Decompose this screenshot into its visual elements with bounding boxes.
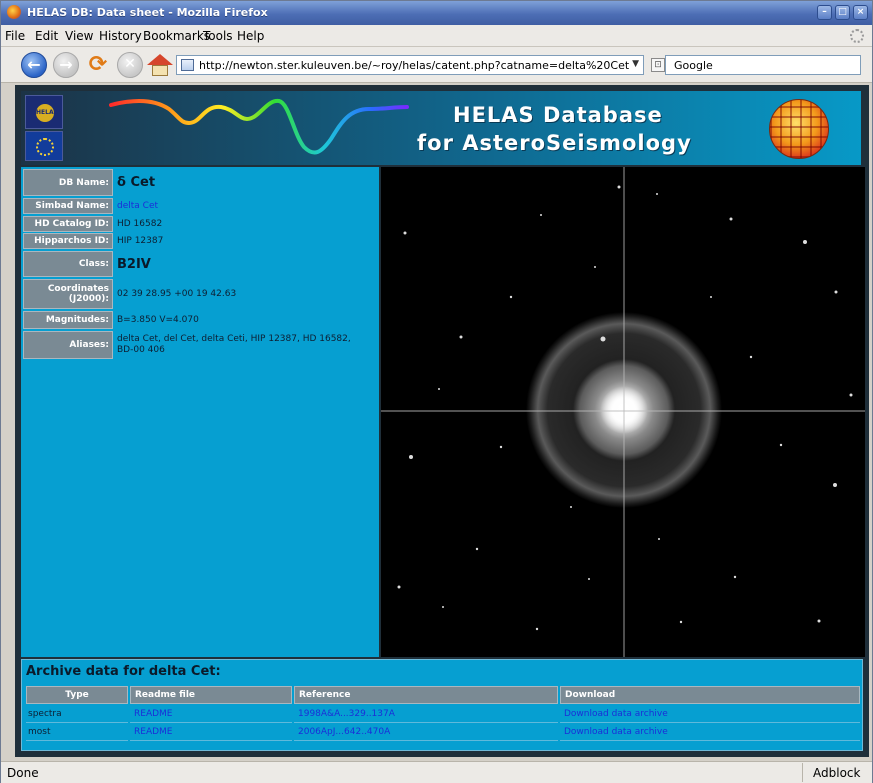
maximize-button[interactable]: □ [835,5,850,20]
eu-flag-logo [25,131,63,161]
menu-tools[interactable]: Tools [203,29,233,43]
page-icon [181,59,194,71]
menu-help[interactable]: Help [237,29,264,43]
forward-button[interactable]: → [53,52,79,78]
home-icon [147,54,173,65]
magnitudes-label: Magnitudes: [23,311,113,329]
readme-link[interactable]: README [130,706,292,723]
firefox-icon [7,5,21,19]
throbber-icon [850,29,864,43]
title-bar: HELAS DB: Data sheet - Mozilla Firefox –… [1,1,872,25]
class-value: B2IV [117,256,151,272]
reference-link[interactable]: 1998A&A...329..137A [294,706,558,723]
archive-heading: Archive data for delta Cet: [26,664,221,679]
window-title: HELAS DB: Data sheet - Mozilla Firefox [27,6,268,19]
page-content: HELAS HELAS Database for AsteroSeismolog… [15,85,869,757]
menu-history[interactable]: History [99,29,142,43]
reload-button[interactable]: ⟳ [85,52,111,78]
star-field-graphic [381,167,865,657]
helas-logo[interactable]: HELAS [25,95,63,129]
aliases-value: delta Cet, del Cet, delta Ceti, HIP 1238… [117,334,351,355]
menu-file[interactable]: File [5,29,25,43]
search-field[interactable]: Google [665,55,861,75]
adblock-button[interactable]: Adblock [802,763,872,782]
hd-value: HD 16582 [117,219,163,229]
column-header-type: Type [26,686,128,704]
menu-bookmarks[interactable]: Bookmarks [143,29,210,43]
bookmark-page-icon[interactable]: ⊡ [651,58,665,72]
star-image [381,167,865,657]
banner-title-line1: HELAS Database [453,103,663,127]
download-link[interactable]: Download data archive [560,706,860,723]
back-button[interactable]: ← [21,52,47,78]
db-name-value: δ Cet [117,175,156,190]
navigation-toolbar: ← → ⟳ ✕ http://newton.ster.kuleuven.be/~… [1,47,872,83]
menu-view[interactable]: View [65,29,93,43]
column-header-download: Download [560,686,860,704]
star-globe-logo [769,99,829,159]
search-engine-label: Google [674,59,713,72]
menu-bar: File Edit View History Bookmarks Tools H… [1,25,872,47]
status-bar: Done Adblock [1,761,872,783]
magnitudes-value: B=3.850 V=4.070 [117,315,199,325]
row-db-name: DB Name: δ Cet [23,169,377,196]
row-aliases: Aliases: delta Cet, del Cet, delta Ceti,… [23,331,377,359]
aliases-label: Aliases: [23,331,113,359]
hip-value: HIP 12387 [117,236,164,246]
row-simbad: Simbad Name: delta Cet [23,198,377,214]
hd-label: HD Catalog ID: [23,216,113,232]
hip-label: Hipparchos ID: [23,233,113,249]
menu-edit[interactable]: Edit [35,29,58,43]
class-label: Class: [23,251,113,277]
status-text: Done [7,766,39,780]
simbad-label: Simbad Name: [23,198,113,214]
row-magnitudes: Magnitudes: B=3.850 V=4.070 [23,311,377,329]
browser-window: HELAS DB: Data sheet - Mozilla Firefox –… [0,0,873,783]
row-hd: HD Catalog ID: HD 16582 [23,216,377,232]
banner-title-line2: for AsteroSeismology [417,131,692,155]
cell-type: spectra [26,706,128,723]
url-text: http://newton.ster.kuleuven.be/~roy/hela… [199,59,630,72]
row-coordinates: Coordinates (J2000): 02 39 28.95 +00 19 … [23,279,377,309]
row-hip: Hipparchos ID: HIP 12387 [23,233,377,249]
simbad-link[interactable]: delta Cet [117,198,158,214]
reference-link[interactable]: 2006ApJ...642..470A [294,724,558,741]
close-button[interactable]: × [853,5,868,20]
coordinates-label: Coordinates (J2000): [23,279,113,309]
coordinates-value: 02 39 28.95 +00 19 42.63 [117,289,237,299]
row-class: Class: B2IV [23,251,377,277]
url-bar[interactable]: http://newton.ster.kuleuven.be/~roy/hela… [176,55,644,75]
download-link[interactable]: Download data archive [560,724,860,741]
url-dropdown-icon[interactable]: ▼ [632,59,639,69]
site-banner: HELAS HELAS Database for AsteroSeismolog… [21,91,861,165]
cell-type: most [26,724,128,741]
eu-stars-icon [36,138,54,156]
helas-logo-text: HELAS [36,104,58,122]
column-header-readme: Readme file [130,686,292,704]
stop-button[interactable]: ✕ [117,52,143,78]
home-button[interactable] [147,52,173,78]
home-icon-body [152,65,168,76]
db-name-label: DB Name: [23,169,113,196]
archive-section: Archive data for delta Cet: Type Readme … [21,659,863,751]
minimize-button[interactable]: – [817,5,832,20]
datasheet-panel: DB Name: δ Cet Simbad Name: delta Cet HD… [21,167,379,657]
rainbow-wave-graphic [109,98,409,155]
readme-link[interactable]: README [130,724,292,741]
column-header-reference: Reference [294,686,558,704]
